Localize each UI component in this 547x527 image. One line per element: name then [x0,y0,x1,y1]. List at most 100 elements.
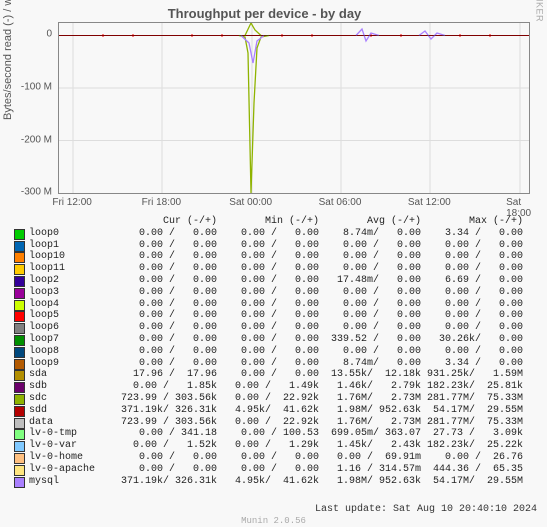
legend-avg: 1.76M/ 2.73M [319,393,421,405]
legend-min: 0.00 / 1.49k [217,381,319,393]
legend-avg: 1.16 / 314.57m [319,464,421,476]
legend-swatch [14,453,25,464]
rrdtool-credit: RRDTOOL / TOBI OETIKER [535,0,545,22]
legend-avg: 1.76M/ 2.73M [319,417,421,429]
legend-name: loop9 [29,358,115,370]
legend-avg: 0.00 / 0.00 [319,299,421,311]
legend-min: 0.00 / 0.00 [217,464,319,476]
legend-min: 0.00 / 0.00 [217,369,319,381]
legend-min: 0.00 / 0.00 [217,240,319,252]
legend-max: 3.34 / 0.00 [421,228,523,240]
munin-version: Munin 2.0.56 [0,516,547,526]
x-tick: Sat 12:00 [408,197,451,208]
col-avg: Avg (-/+) [319,216,421,228]
legend-row: loop60.00 / 0.000.00 / 0.000.00 / 0.000.… [14,322,534,334]
legend-row: loop100.00 / 0.000.00 / 0.000.00 / 0.000… [14,251,534,263]
legend-max: 0.00 / 0.00 [421,346,523,358]
legend-max: 54.17M/ 29.55M [421,405,523,417]
col-min: Min (-/+) [217,216,319,228]
legend-cur: 0.00 / 1.85k [115,381,217,393]
legend-row: loop00.00 / 0.000.00 / 0.008.74m/ 0.003.… [14,228,534,240]
legend-avg: 13.55k/ 12.18k [319,369,421,381]
legend-row: sdd371.19k/ 326.31k4.95k/ 41.62k1.98M/ 9… [14,405,534,417]
legend-max: 0.00 / 0.00 [421,322,523,334]
legend-max: 0.00 / 0.00 [421,287,523,299]
legend-avg: 0.00 / 0.00 [319,310,421,322]
legend-max: 0.00 / 0.00 [421,310,523,322]
legend-max: 182.23k/ 25.22k [421,440,523,452]
legend-row: lv-0-home0.00 / 0.000.00 / 0.000.00 / 69… [14,452,534,464]
legend-max: 54.17M/ 29.55M [421,476,523,488]
legend-min: 0.00 / 0.00 [217,358,319,370]
legend-swatch [14,335,25,346]
legend-row: loop20.00 / 0.000.00 / 0.0017.48m/ 0.006… [14,275,534,287]
legend-swatch [14,394,25,405]
legend-swatch [14,323,25,334]
legend-avg: 699.05m/ 363.07 [319,428,421,440]
legend-cur: 0.00 / 0.00 [115,228,217,240]
legend-avg: 0.00 / 0.00 [319,240,421,252]
y-tick: 0 [46,29,52,40]
x-tick: Fri 12:00 [52,197,91,208]
legend-row: lv-0-tmp0.00 / 341.180.00 / 100.53699.05… [14,428,534,440]
legend-max: 30.26k/ 0.00 [421,334,523,346]
legend-swatch [14,241,25,252]
legend-min: 0.00 / 0.00 [217,287,319,299]
legend-row: loop70.00 / 0.000.00 / 0.00339.52 / 0.00… [14,334,534,346]
legend-cur: 17.96 / 17.96 [115,369,217,381]
legend-min: 0.00 / 0.00 [217,334,319,346]
legend-row: sdb0.00 / 1.85k0.00 / 1.49k1.46k/ 2.79k1… [14,381,534,393]
legend-max: 0.00 / 0.00 [421,299,523,311]
legend-row: loop40.00 / 0.000.00 / 0.000.00 / 0.000.… [14,299,534,311]
legend-swatch [14,441,25,452]
col-max: Max (-/+) [421,216,523,228]
legend-row: loop30.00 / 0.000.00 / 0.000.00 / 0.000.… [14,287,534,299]
legend-max: 0.00 / 26.76 [421,452,523,464]
legend-max: 182.23k/ 25.81k [421,381,523,393]
legend-min: 0.00 / 0.00 [217,228,319,240]
legend-cur: 0.00 / 0.00 [115,322,217,334]
legend-swatch [14,252,25,263]
legend-swatch [14,429,25,440]
legend-avg: 8.74m/ 0.00 [319,228,421,240]
legend-avg: 1.98M/ 952.63k [319,476,421,488]
legend-avg: 1.46k/ 2.79k [319,381,421,393]
legend-name: loop10 [29,251,115,263]
y-ticks: 0-100 M-200 M-300 M [0,22,55,192]
legend-min: 0.00 / 0.00 [217,452,319,464]
legend-header: Cur (-/+) Min (-/+) Avg (-/+) Max (-/+) [14,216,534,228]
legend-max: 6.69 / 0.00 [421,275,523,287]
legend-swatch [14,300,25,311]
legend-cur: 723.99 / 303.56k [115,393,217,405]
legend-cur: 0.00 / 0.00 [115,346,217,358]
legend-max: 281.77M/ 75.33M [421,393,523,405]
x-tick: Sat 06:00 [319,197,362,208]
x-ticks: Fri 12:00Fri 18:00Sat 00:00Sat 06:00Sat … [58,197,528,211]
legend-min: 0.00 / 0.00 [217,263,319,275]
legend-name: sdb [29,381,115,393]
legend-name: loop6 [29,322,115,334]
legend-name: loop4 [29,299,115,311]
y-tick: -100 M [21,82,52,93]
legend-cur: 0.00 / 0.00 [115,358,217,370]
legend-min: 4.95k/ 41.62k [217,405,319,417]
legend-max: 0.00 / 0.00 [421,240,523,252]
legend-name: lv-0-apache [29,464,115,476]
legend-avg: 1.45k/ 2.43k [319,440,421,452]
x-tick: Fri 18:00 [142,197,181,208]
legend-swatch [14,382,25,393]
last-update: Last update: Sat Aug 10 20:40:10 2024 [315,504,537,515]
legend-name: loop2 [29,275,115,287]
legend-cur: 0.00 / 0.00 [115,240,217,252]
legend-cur: 0.00 / 341.18 [115,428,217,440]
legend-max: 0.00 / 0.00 [421,251,523,263]
legend-name: loop7 [29,334,115,346]
legend-avg: 0.00 / 0.00 [319,287,421,299]
legend-min: 4.95k/ 41.62k [217,476,319,488]
legend-max: 3.34 / 0.00 [421,358,523,370]
legend-name: lv-0-home [29,452,115,464]
chart-title: Throughput per device - by day [0,6,529,21]
legend-avg: 0.00 / 69.91m [319,452,421,464]
legend-max: 281.77M/ 75.33M [421,417,523,429]
legend-avg: 0.00 / 0.00 [319,251,421,263]
